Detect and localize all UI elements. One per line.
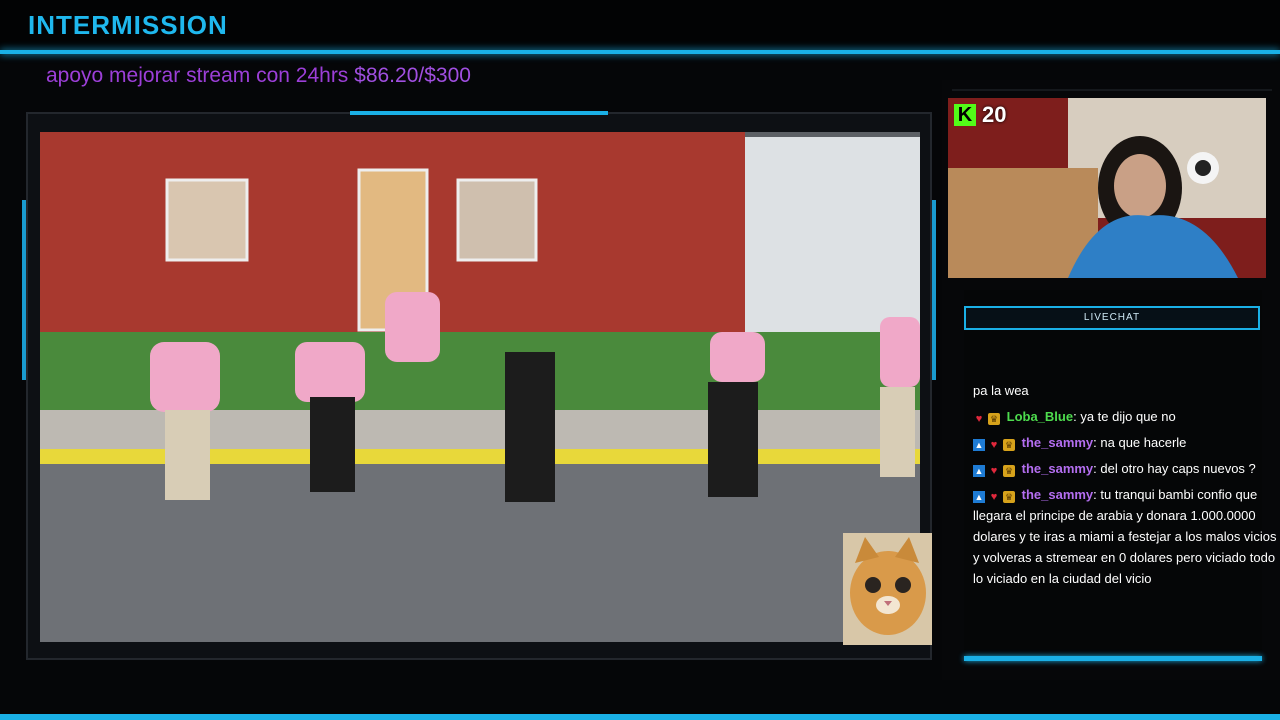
frame-left-accent <box>22 200 26 380</box>
heart-icon: ♥ <box>990 491 998 503</box>
chat-message-text: : ya te dijo que no <box>1073 409 1176 424</box>
video-scene <box>40 132 920 642</box>
chat-message: ▲ ♥ ♛ the_sammy: del otro hay caps nuevos … <box>973 458 1279 479</box>
cat-reaction-cam <box>843 533 932 645</box>
bottom-accent-line <box>0 714 1280 720</box>
kick-icon: ▲ <box>973 439 985 451</box>
goal-text: apoyo mejorar stream con 24hrs <box>46 64 355 87</box>
kick-icon: ▲ <box>973 465 985 477</box>
heart-icon: ♥ <box>990 439 998 451</box>
crown-icon: ♛ <box>1003 465 1015 477</box>
kick-icon: K <box>954 104 976 126</box>
chat-message-text: pa la wea <box>973 383 1029 398</box>
crown-icon: ♛ <box>1003 439 1015 451</box>
chat-message: pa la wea <box>973 380 1279 401</box>
heart-icon: ♥ <box>975 413 983 425</box>
chat-username[interactable]: Loba_Blue <box>1007 409 1073 424</box>
chat-message: ♥ ♛ Loba_Blue: ya te dijo que no <box>973 406 1279 427</box>
chat-message: ▲ ♥ ♛ the_sammy: na que hacerle <box>973 432 1279 453</box>
crown-icon: ♛ <box>988 413 1000 425</box>
main-video[interactable] <box>40 132 920 642</box>
sub-count-value: 20 <box>982 102 1007 127</box>
chat-message-text: : del otro hay caps nuevos ? <box>1093 461 1256 476</box>
sub-counter: K 20 <box>954 102 1006 128</box>
frame-accent-tab <box>350 111 608 115</box>
chat-username[interactable]: the_sammy <box>1022 461 1094 476</box>
kick-icon: ▲ <box>973 491 985 503</box>
chat-username[interactable]: the_sammy <box>1022 487 1094 502</box>
crown-icon: ♛ <box>1003 491 1015 503</box>
chat-message-text: : na que hacerle <box>1093 435 1187 450</box>
chat-header: LIVECHAT <box>964 306 1260 330</box>
top-accent-line <box>0 50 1280 54</box>
chat-username[interactable]: the_sammy <box>1022 435 1094 450</box>
chat-bottom-accent <box>964 656 1262 661</box>
overlay-title: INTERMISSION <box>28 10 228 40</box>
chat-message: ▲ ♥ ♛ the_sammy: tu tranqui bambi confio q… <box>973 484 1279 589</box>
chat-message-text: : tu tranqui bambi confio que llegara el… <box>973 487 1277 586</box>
chat-messages[interactable]: pa la wea ♥ ♛ Loba_Blue: ya te dijo que n… <box>973 380 1279 594</box>
goal-amount: $86.20/$300 <box>354 64 471 87</box>
donation-goal: apoyo mejorar stream con 24hrs $86.20/$3… <box>46 64 471 88</box>
frame-right-accent <box>932 200 936 380</box>
heart-icon: ♥ <box>990 465 998 477</box>
